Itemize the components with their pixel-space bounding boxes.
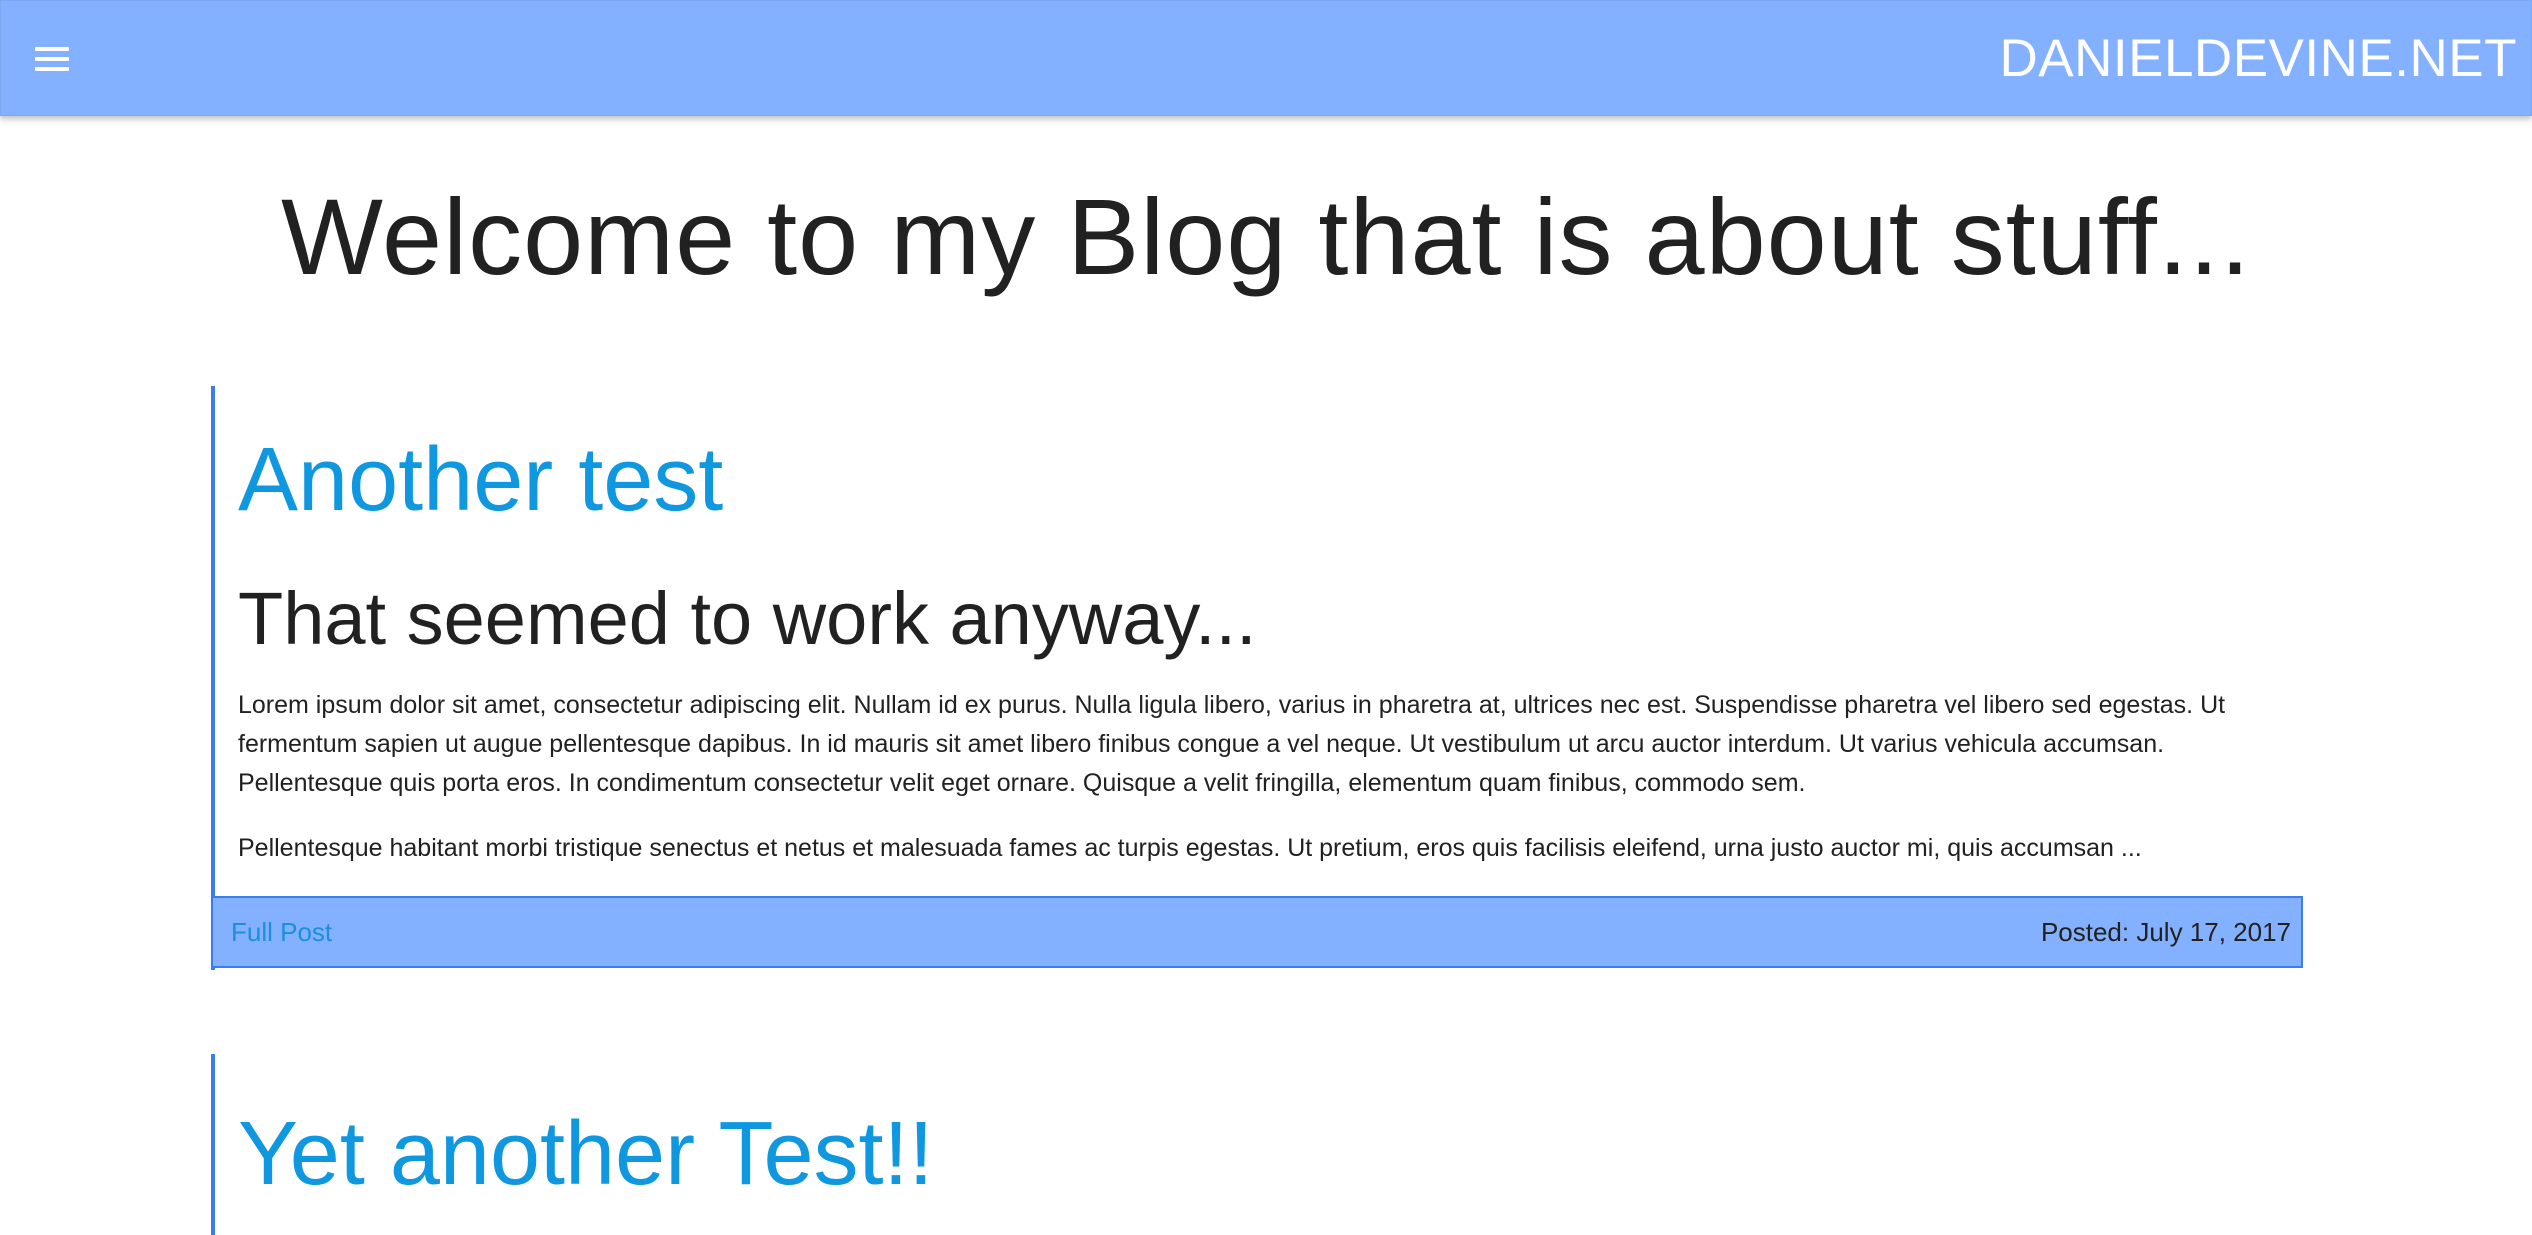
top-app-bar: DANIELDEVINE.NET [0,0,2532,116]
posted-date: Posted: July 17, 2017 [2040,917,2291,947]
page-title: Welcome to my Blog that is about stuff..… [281,176,2251,297]
hamburger-menu-icon[interactable] [29,37,77,81]
post-title[interactable]: Yet another Test!! [238,1104,934,1204]
post-subtitle: That seemed to work anyway... [238,577,1257,660]
post-paragraph: Lorem ipsum dolor sit amet, consectetur … [238,691,2226,797]
post-title[interactable]: Another test [238,430,723,530]
menu-line [35,67,69,71]
post-footer: Full Post Posted: July 17, 2017 [211,896,2303,968]
site-title[interactable]: DANIELDEVINE.NET [1999,27,2517,91]
blog-page: DANIELDEVINE.NET Welcome to my Blog that… [0,0,2532,1235]
post-excerpt: Lorem ipsum dolor sit amet, consectetur … [238,686,2288,894]
full-post-link[interactable]: Full Post [231,916,332,948]
blog-post-card: Yet another Test!! [211,1054,2299,1235]
blog-post-card: Another test That seemed to work anyway.… [211,386,2303,970]
menu-line [35,57,69,61]
menu-line [35,47,69,51]
post-paragraph: Pellentesque habitant morbi tristique se… [238,834,2142,862]
